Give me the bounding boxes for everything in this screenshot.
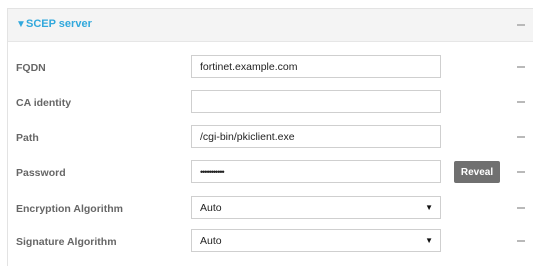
ca-identity-label: CA identity bbox=[16, 97, 72, 109]
password-input[interactable]: ••••••••••• bbox=[191, 160, 441, 183]
ca-identity-menu-icon[interactable] bbox=[517, 101, 525, 103]
triangle-down-icon[interactable]: ▼ bbox=[16, 19, 26, 30]
fqdn-label: FQDN bbox=[16, 62, 46, 74]
signature-algorithm-value: Auto bbox=[200, 235, 222, 247]
fqdn-menu-icon[interactable] bbox=[517, 66, 525, 68]
signature-algorithm-select[interactable]: Auto ▼ bbox=[191, 229, 441, 252]
section-menu-icon[interactable] bbox=[517, 24, 525, 26]
section-header[interactable]: ▼ SCEP server bbox=[8, 9, 533, 42]
row-password: Password ••••••••••• Reveal bbox=[8, 157, 533, 191]
row-signature-algorithm: Signature Algorithm Auto ▼ bbox=[8, 226, 533, 260]
fqdn-value: fortinet.example.com bbox=[200, 61, 298, 73]
path-input[interactable]: /cgi-bin/pkiclient.exe bbox=[191, 125, 441, 148]
password-value: ••••••••••• bbox=[200, 167, 225, 177]
section-title[interactable]: SCEP server bbox=[26, 18, 92, 30]
path-menu-icon[interactable] bbox=[517, 136, 525, 138]
row-ca-identity: CA identity bbox=[8, 87, 533, 121]
encryption-algorithm-label: Encryption Algorithm bbox=[16, 203, 123, 215]
signature-algorithm-label: Signature Algorithm bbox=[16, 236, 117, 248]
caret-down-icon[interactable]: ▼ bbox=[425, 236, 433, 245]
caret-down-icon[interactable]: ▼ bbox=[425, 203, 433, 212]
encryption-algorithm-value: Auto bbox=[200, 202, 222, 214]
signature-algorithm-menu-icon[interactable] bbox=[517, 240, 525, 242]
path-label: Path bbox=[16, 132, 39, 144]
path-value: /cgi-bin/pkiclient.exe bbox=[200, 131, 295, 143]
row-path: Path /cgi-bin/pkiclient.exe bbox=[8, 122, 533, 156]
password-label: Password bbox=[16, 167, 66, 179]
encryption-algorithm-select[interactable]: Auto ▼ bbox=[191, 196, 441, 219]
scep-server-panel: ▼ SCEP server FQDN fortinet.example.com … bbox=[7, 8, 533, 266]
row-fqdn: FQDN fortinet.example.com bbox=[8, 52, 533, 86]
reveal-button[interactable]: Reveal bbox=[454, 161, 500, 183]
row-encryption-algorithm: Encryption Algorithm Auto ▼ bbox=[8, 193, 533, 227]
ca-identity-input[interactable] bbox=[191, 90, 441, 113]
fqdn-input[interactable]: fortinet.example.com bbox=[191, 55, 441, 78]
password-menu-icon[interactable] bbox=[517, 171, 525, 173]
encryption-algorithm-menu-icon[interactable] bbox=[517, 207, 525, 209]
